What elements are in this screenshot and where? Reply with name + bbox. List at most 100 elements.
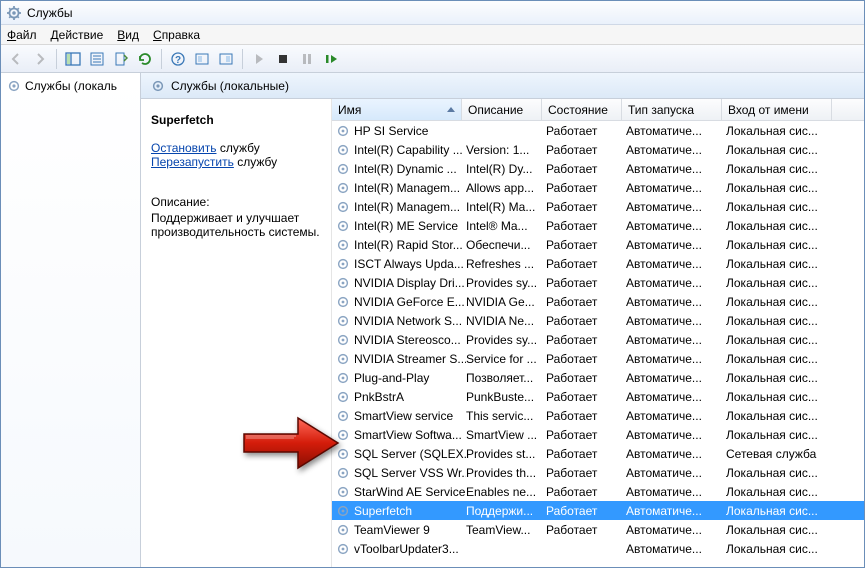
gear-icon <box>151 79 165 93</box>
stop-service-button[interactable] <box>272 48 294 70</box>
service-row[interactable]: Intel(R) Rapid Stor...Обеспечи...Работае… <box>332 235 864 254</box>
menu-action[interactable]: Действие <box>51 28 104 42</box>
service-row[interactable]: NVIDIA GeForce E...NVIDIA Ge...РаботаетА… <box>332 292 864 311</box>
service-start-cell: Автоматиче... <box>626 390 726 404</box>
toolbar-separator <box>161 49 162 69</box>
properties-button[interactable] <box>86 48 108 70</box>
menu-help[interactable]: Справка <box>153 28 200 42</box>
service-desc-cell: Provides th... <box>466 466 546 480</box>
service-start-cell: Автоматиче... <box>626 352 726 366</box>
refresh-button[interactable] <box>134 48 156 70</box>
restart-suffix: службу <box>234 155 277 169</box>
service-row[interactable]: Plug-and-PlayПозволяет...РаботаетАвтомат… <box>332 368 864 387</box>
service-name-cell: StarWind AE Service <box>354 485 465 499</box>
service-name-cell: Intel(R) Managem... <box>354 200 460 214</box>
service-row[interactable]: StarWind AE ServiceEnables ne...Работает… <box>332 482 864 501</box>
gear-icon <box>336 276 350 290</box>
services-list: Имя Описание Состояние Тип запуска Вход … <box>331 99 864 567</box>
services-icon <box>7 6 21 20</box>
export-button[interactable] <box>110 48 132 70</box>
service-desc-cell: Allows app... <box>466 181 546 195</box>
list-body[interactable]: HP SI ServiceРаботаетАвтоматиче...Локаль… <box>332 121 864 567</box>
service-start-cell: Автоматиче... <box>626 314 726 328</box>
service-row[interactable]: vToolbarUpdater3...Автоматиче...Локальна… <box>332 539 864 558</box>
tree-root-item[interactable]: Службы (локаль <box>1 77 140 95</box>
service-name: Superfetch <box>151 113 321 127</box>
heading-text: Службы (локальные) <box>171 79 289 93</box>
service-desc-cell: Provides sy... <box>466 333 546 347</box>
menu-file[interactable]: Файл <box>7 28 37 42</box>
service-start-cell: Автоматиче... <box>626 181 726 195</box>
service-row[interactable]: NVIDIA Display Dri...Provides sy...Работ… <box>332 273 864 292</box>
service-desc-cell: SmartView ... <box>466 428 546 442</box>
service-start-cell: Автоматиче... <box>626 542 726 556</box>
col-name[interactable]: Имя <box>332 99 462 120</box>
service-row[interactable]: Intel(R) Managem...Allows app...Работает… <box>332 178 864 197</box>
service-state-cell: Работает <box>546 143 626 157</box>
service-user-cell: Локальная сис... <box>726 523 836 537</box>
service-row[interactable]: HP SI ServiceРаботаетАвтоматиче...Локаль… <box>332 121 864 140</box>
services-window: Службы Файл Действие Вид Справка ? <box>0 0 865 568</box>
start-service-button[interactable] <box>248 48 270 70</box>
service-desc-cell: TeamView... <box>466 523 546 537</box>
service-row[interactable]: Intel(R) Dynamic ...Intel(R) Dy...Работа… <box>332 159 864 178</box>
gear-icon <box>7 79 21 93</box>
gear-icon <box>336 352 350 366</box>
service-name-cell: NVIDIA Streamer S... <box>354 352 466 366</box>
col-start[interactable]: Тип запуска <box>622 99 722 120</box>
service-row[interactable]: ISCT Always Upda...Refreshes ...Работает… <box>332 254 864 273</box>
action-button-1[interactable] <box>191 48 213 70</box>
service-user-cell: Локальная сис... <box>726 371 836 385</box>
gear-icon <box>336 333 350 347</box>
service-row[interactable]: SmartView Softwa...SmartView ...Работает… <box>332 425 864 444</box>
nav-back-button[interactable] <box>5 48 27 70</box>
service-name-cell: SQL Server (SQLEX... <box>354 447 466 461</box>
service-start-cell: Автоматиче... <box>626 333 726 347</box>
service-row[interactable]: PnkBstrAPunkBuste...РаботаетАвтоматиче..… <box>332 387 864 406</box>
service-row[interactable]: NVIDIA Streamer S...Service for ...Работ… <box>332 349 864 368</box>
help-button[interactable]: ? <box>167 48 189 70</box>
pause-service-button[interactable] <box>296 48 318 70</box>
titlebar[interactable]: Службы <box>1 1 864 25</box>
service-desc-cell: PunkBuste... <box>466 390 546 404</box>
svg-text:?: ? <box>175 55 181 66</box>
service-desc-cell: Service for ... <box>466 352 546 366</box>
service-state-cell: Работает <box>546 219 626 233</box>
service-name-cell: TeamViewer 9 <box>354 523 430 537</box>
nav-forward-button[interactable] <box>29 48 51 70</box>
menu-view[interactable]: Вид <box>117 28 139 42</box>
service-start-cell: Автоматиче... <box>626 162 726 176</box>
service-state-cell: Работает <box>546 371 626 385</box>
show-hide-tree-button[interactable] <box>62 48 84 70</box>
service-row[interactable]: SQL Server VSS Wr...Provides th...Работа… <box>332 463 864 482</box>
service-row[interactable]: NVIDIA Stereosco...Provides sy...Работае… <box>332 330 864 349</box>
service-row[interactable]: Intel(R) ME ServiceIntel® Ma...РаботаетА… <box>332 216 864 235</box>
service-desc-cell: Обеспечи... <box>466 238 546 252</box>
col-user[interactable]: Вход от имени <box>722 99 832 120</box>
tree-pane[interactable]: Службы (локаль <box>1 73 141 567</box>
col-desc-label: Описание <box>468 103 523 117</box>
service-name-cell: NVIDIA Display Dri... <box>354 276 465 290</box>
restart-service-link[interactable]: Перезапустить <box>151 155 234 169</box>
service-name-cell: PnkBstrA <box>354 390 404 404</box>
service-desc-cell: Provides sy... <box>466 276 546 290</box>
service-state-cell: Работает <box>546 124 626 138</box>
sort-ascending-icon <box>447 107 455 112</box>
action-button-2[interactable] <box>215 48 237 70</box>
service-row[interactable]: NVIDIA Network S...NVIDIA Ne...РаботаетА… <box>332 311 864 330</box>
service-row[interactable]: SmartView serviceThis servic...РаботаетА… <box>332 406 864 425</box>
restart-service-button[interactable] <box>320 48 342 70</box>
service-row[interactable]: SuperfetchПоддержи...РаботаетАвтоматиче.… <box>332 501 864 520</box>
service-row[interactable]: TeamViewer 9TeamView...РаботаетАвтоматич… <box>332 520 864 539</box>
service-row[interactable]: SQL Server (SQLEX...Provides st...Работа… <box>332 444 864 463</box>
service-user-cell: Локальная сис... <box>726 124 836 138</box>
service-state-cell: Работает <box>546 523 626 537</box>
col-desc[interactable]: Описание <box>462 99 542 120</box>
service-name-cell: SmartView Softwa... <box>354 428 462 442</box>
stop-service-link[interactable]: Остановить <box>151 141 217 155</box>
col-state[interactable]: Состояние <box>542 99 622 120</box>
service-desc-cell: Version: 1... <box>466 143 546 157</box>
gear-icon <box>336 447 350 461</box>
service-row[interactable]: Intel(R) Capability ...Version: 1...Рабо… <box>332 140 864 159</box>
service-row[interactable]: Intel(R) Managem...Intel(R) Ma...Работае… <box>332 197 864 216</box>
